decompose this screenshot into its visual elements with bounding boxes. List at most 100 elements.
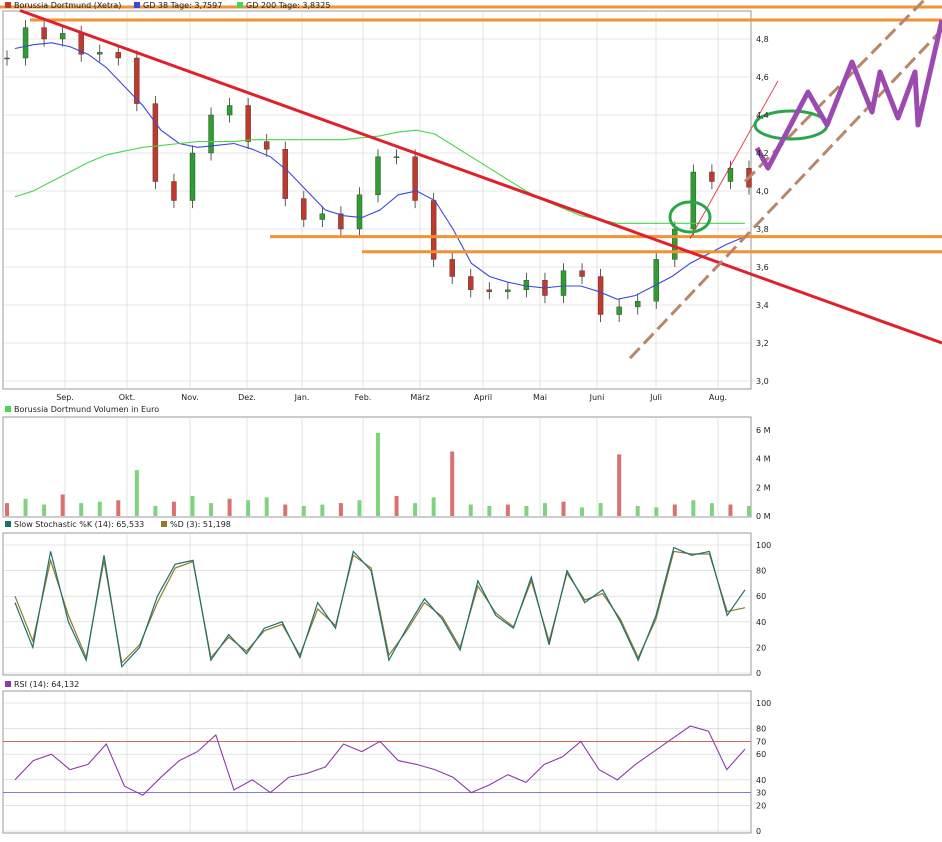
volume-tick-label: 0 M — [756, 512, 771, 521]
legend-ma38-label: GD 38 Tage: 3,7597 — [143, 1, 222, 10]
volume-bar — [524, 505, 529, 516]
volume-bars — [5, 432, 751, 516]
volume-bar — [338, 503, 343, 516]
price-tick-label: 4,4 — [756, 111, 769, 120]
candle-body — [41, 27, 47, 40]
volume-tick-label: 2 M — [756, 483, 771, 492]
uptrend-channel-lower — [628, 28, 942, 360]
month-label: Sep. — [56, 393, 74, 402]
candle-body — [727, 167, 734, 182]
candle-body — [152, 103, 159, 182]
volume-bar — [153, 505, 158, 516]
rsi-reference-label: 70 — [756, 737, 766, 746]
volume-bar — [617, 454, 622, 516]
volume-bar — [709, 503, 714, 516]
price-tick-label: 3,0 — [756, 377, 769, 386]
candle-body — [597, 276, 604, 315]
stoch-k-line — [14, 546, 746, 668]
volume-bar — [431, 497, 436, 516]
candle-body — [505, 289, 511, 292]
legend-stoch-k-swatch — [5, 521, 11, 527]
candlesticks — [4, 20, 752, 323]
month-label: Okt. — [119, 393, 136, 402]
volume-bar — [79, 503, 84, 516]
candle-body — [709, 171, 715, 182]
stoch-tick-label: 40 — [756, 618, 766, 627]
volume-bar — [116, 500, 121, 516]
legend-volume-label: Borussia Dortmund Volumen in Euro — [14, 405, 159, 414]
volume-bar — [728, 504, 733, 516]
candle-body — [672, 228, 678, 260]
rsi-tick-label: 80 — [756, 725, 766, 734]
rsi-tick-label: 20 — [756, 801, 766, 810]
legend-main-label: Borussia Dortmund (Xetra) — [14, 1, 121, 10]
candle-body — [22, 27, 29, 59]
price-tick-label: 3,6 — [756, 263, 769, 272]
candle-body — [468, 276, 474, 291]
month-label: Juni — [589, 393, 605, 402]
series-lines — [14, 42, 746, 796]
candle-body — [523, 280, 530, 290]
volume-bar — [171, 501, 176, 516]
candle-body — [264, 141, 270, 150]
candle-body — [560, 270, 567, 296]
candle-body — [115, 52, 122, 59]
rsi-reference-label: 30 — [756, 789, 766, 798]
volume-bar — [264, 497, 269, 516]
volume-bar — [487, 505, 492, 516]
legend-stoch-d-swatch — [161, 521, 167, 527]
candle-body — [375, 156, 381, 196]
price-tick-label: 4,2 — [756, 149, 769, 158]
candle-body — [338, 213, 344, 230]
candle-body — [97, 52, 103, 55]
volume-bar — [468, 504, 473, 516]
month-label: Aug. — [709, 393, 727, 402]
stoch-tick-label: 0 — [756, 669, 761, 678]
volume-bar — [227, 498, 232, 516]
legend-ma200-swatch — [237, 2, 243, 8]
price-tick-label: 3,8 — [756, 225, 769, 234]
price-panel-frame — [2, 10, 752, 390]
candle-body — [301, 198, 307, 220]
price-tick-label: 4,6 — [756, 73, 769, 82]
legend-rsi-swatch — [5, 681, 11, 687]
axis-labels: 3,0 3,2 3,4 3,6 3,8 4,0 4,2 4,4 4,6 4,8 Sep. Okt. No… — [56, 35, 771, 836]
annotations — [0, 0, 942, 360]
candle-body — [579, 270, 585, 277]
volume-bar — [357, 500, 362, 516]
volume-bar — [376, 432, 380, 516]
volume-bar — [283, 504, 288, 516]
month-label: Feb. — [355, 393, 372, 402]
stock-chart: 3,0 3,2 3,4 3,6 3,8 4,0 4,2 4,4 4,6 4,8 Sep. Okt. No… — [0, 0, 942, 836]
candle-body — [653, 259, 659, 302]
candle-body — [486, 289, 492, 292]
volume-bar — [672, 504, 677, 516]
price-tick-label: 3,2 — [756, 339, 769, 348]
rsi-tick-label: 0 — [756, 827, 761, 836]
volume-bar — [598, 503, 603, 516]
volume-bar — [505, 504, 510, 516]
legend-stoch-k-label: Slow Stochastic %K (14): 65,533 — [14, 520, 144, 529]
rsi-tick-label: 60 — [756, 750, 766, 759]
volume-bar — [246, 500, 251, 516]
candle-body — [690, 171, 697, 230]
month-label: Juli — [649, 393, 662, 402]
candle-body — [319, 213, 326, 220]
stoch-tick-label: 20 — [756, 643, 766, 652]
volume-bar — [413, 503, 418, 516]
breakout-highlight-circle — [668, 200, 712, 234]
stoch-tick-label: 100 — [756, 541, 771, 550]
legend-ma38-swatch — [134, 2, 140, 8]
rsi-line — [14, 725, 746, 796]
month-label: Dez. — [238, 393, 256, 402]
price-tick-label: 4,0 — [756, 187, 769, 196]
volume-bar — [542, 503, 547, 516]
volume-tick-label: 4 M — [756, 455, 771, 464]
grid-lines — [3, 11, 751, 833]
volume-bar — [301, 505, 306, 516]
stoch-panel-frame — [2, 532, 752, 676]
price-projection-zigzag — [754, 19, 942, 171]
candle-body — [282, 148, 288, 199]
volume-bar — [691, 500, 696, 516]
candle-body — [635, 301, 641, 308]
